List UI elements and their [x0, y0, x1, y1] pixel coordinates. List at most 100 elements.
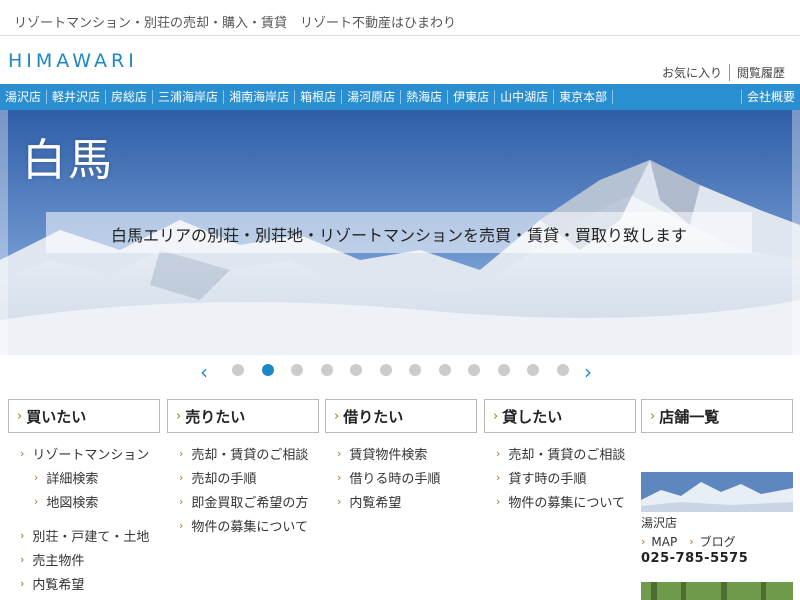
category-link[interactable]: › 売却・賃貸のご相談	[484, 441, 636, 465]
slider-dot[interactable]	[556, 364, 569, 376]
history-link[interactable]: 閲覧履歴	[728, 64, 792, 81]
store-name: 湯沢店	[641, 516, 678, 530]
category-title: 貸したい	[502, 407, 563, 426]
category-header-buy[interactable]: › 買いたい	[8, 399, 160, 433]
hero-caption: 白馬エリアの別荘・別荘地・リゾートマンションを売買・賃貸・買取り致します	[110, 226, 687, 245]
nav-item-boso[interactable]: 房総店	[106, 90, 154, 104]
category-link-label: 内覧希望	[349, 495, 402, 511]
chevron-right-icon: ›	[179, 494, 184, 508]
category-link[interactable]: › 貸す時の手順	[484, 465, 636, 489]
favorites-link[interactable]: お気に入り	[655, 64, 729, 81]
category-link[interactable]: › リゾートマンション	[8, 441, 160, 465]
chevron-right-icon: ›	[641, 535, 646, 548]
chevron-right-icon[interactable]: ›	[584, 360, 592, 384]
slider-dot[interactable]	[320, 364, 333, 376]
category-column-stores: › 店舗一覧	[641, 399, 793, 441]
chevron-right-icon: ›	[34, 494, 39, 508]
category-link[interactable]: › 売却の手順	[167, 465, 319, 489]
chevron-right-icon: ›	[179, 518, 184, 532]
category-header-lend[interactable]: › 貸したい	[484, 399, 636, 433]
chevron-right-icon: ›	[337, 446, 342, 460]
category-link-label: 売主物件	[32, 553, 85, 569]
category-link[interactable]: › 内覧希望	[8, 571, 160, 595]
nav-item-hakone[interactable]: 箱根店	[295, 90, 343, 104]
category-link-label: 売却の手順	[191, 471, 257, 487]
nav-item-ito[interactable]: 伊東店	[448, 90, 496, 104]
category-links: › 売却・賃貸のご相談 › 売却の手順 › 即金買取ご希望の方 › 物件の募集について	[167, 441, 319, 537]
site-tagline-bar: リゾートマンション・別荘の売却・購入・賃貸 リゾート不動産はひまわり	[0, 0, 800, 36]
nav-item-karuizawa[interactable]: 軽井沢店	[47, 90, 107, 104]
store-phone: 025-785-5575	[641, 551, 749, 566]
store-thumbnail-image-2[interactable]	[641, 582, 793, 600]
hero-right-edge	[792, 110, 800, 355]
category-column-sell: › 売りたい › 売却・賃貸のご相談 › 売却の手順 › 即金買取ご希望の方 › 物件の募集につい…	[167, 399, 319, 537]
site-logo[interactable]: HIMAWARI	[8, 50, 138, 72]
slider-dot[interactable]	[497, 364, 510, 376]
chevron-right-icon: ›	[176, 408, 182, 424]
store-blog-link[interactable]: ブログ	[700, 533, 736, 550]
category-link-label: 即金買取ご希望の方	[191, 495, 309, 511]
chevron-right-icon: ›	[689, 535, 694, 548]
chevron-right-icon: ›	[20, 528, 25, 542]
category-link[interactable]: › 借りる時の手順	[325, 465, 477, 489]
slider-dot[interactable]	[291, 364, 303, 376]
nav-item-shonan[interactable]: 湘南海岸店	[224, 90, 296, 104]
slider-dot[interactable]	[527, 364, 539, 376]
hero-slide[interactable]: 白馬 白馬エリアの別荘・別荘地・リゾートマンションを売買・賃貸・買取り致します	[0, 110, 800, 355]
slider-dot[interactable]	[232, 364, 244, 376]
slider-controls: ‹ ›	[0, 358, 800, 384]
chevron-right-icon: ›	[20, 552, 25, 566]
nav-item-atami[interactable]: 熱海店	[401, 90, 449, 104]
category-link[interactable]: › 物件の募集について	[484, 489, 636, 513]
category-link[interactable]: › 物件の募集について	[167, 513, 319, 537]
category-link[interactable]: › 内覧希望	[325, 489, 477, 513]
category-header-sell[interactable]: › 売りたい	[167, 399, 319, 433]
category-link-label: 売却・賃貸のご相談	[191, 447, 309, 463]
category-link[interactable]: › 売却・賃貸のご相談	[167, 441, 319, 465]
category-link-label: 売却・賃貸のご相談	[508, 447, 626, 463]
category-title: 売りたい	[185, 407, 246, 426]
category-link-label: 別荘・戸建て・土地	[32, 529, 150, 545]
category-link[interactable]: › 地図検索	[8, 489, 160, 513]
slider-dot[interactable]	[379, 364, 392, 376]
chevron-right-icon: ›	[179, 470, 184, 484]
category-link[interactable]: › 即金買取ご希望の方	[167, 489, 319, 513]
category-header-stores[interactable]: › 店舗一覧	[641, 399, 793, 433]
slider-dot[interactable]	[409, 364, 421, 376]
nav-item-miura[interactable]: 三浦海岸店	[153, 90, 225, 104]
category-link-label: 内覧希望	[32, 577, 85, 593]
nav-item-company[interactable]: 会社概要	[740, 90, 800, 104]
chevron-left-icon[interactable]: ‹	[200, 360, 208, 384]
slider-dot[interactable]	[468, 364, 480, 376]
slider-dot[interactable]	[350, 364, 362, 376]
category-link-label: 詳細検索	[46, 471, 99, 487]
category-links: › 賃貸物件検索 › 借りる時の手順 › 内覧希望	[325, 441, 477, 513]
category-column-rent: › 借りたい › 賃貸物件検索 › 借りる時の手順 › 内覧希望	[325, 399, 477, 513]
slider-dots	[232, 364, 586, 376]
nav-item-yamanakako[interactable]: 山中湖店	[495, 90, 555, 104]
category-link[interactable]: › 賃貸物件検索	[325, 441, 477, 465]
chevron-right-icon: ›	[179, 446, 184, 460]
store-thumbnail-image[interactable]	[641, 472, 793, 512]
slider-dot[interactable]	[261, 364, 274, 376]
store-card-yuzawa[interactable]: 湯沢店 › MAP › ブログ 025-785-5575	[641, 472, 793, 566]
slider-dot[interactable]	[438, 364, 451, 376]
category-link[interactable]: › 別荘・戸建て・土地	[8, 523, 160, 547]
category-link[interactable]: › 詳細検索	[8, 465, 160, 489]
chevron-right-icon: ›	[496, 494, 501, 508]
chevron-right-icon: ›	[337, 470, 342, 484]
nav-item-yugawara[interactable]: 湯河原店	[342, 90, 402, 104]
nav-item-tokyo[interactable]: 東京本部	[554, 90, 614, 104]
nav-item-yuzawa[interactable]: 湯沢店	[0, 90, 48, 104]
store-links: › MAP › ブログ	[641, 533, 793, 550]
chevron-right-icon: ›	[17, 408, 23, 424]
category-column-buy: › 買いたい › リゾートマンション › 詳細検索 › 地図検索 › 別荘・戸建て・土地 › 売主物件…	[8, 399, 160, 595]
category-header-rent[interactable]: › 借りたい	[325, 399, 477, 433]
category-link-label: リゾートマンション	[32, 447, 150, 463]
category-link-label: 賃貸物件検索	[349, 447, 428, 463]
category-column-lend: › 貸したい › 売却・賃貸のご相談 › 貸す時の手順 › 物件の募集について	[484, 399, 636, 513]
category-links: › 売却・賃貸のご相談 › 貸す時の手順 › 物件の募集について	[484, 441, 636, 513]
store-map-link[interactable]: MAP	[651, 535, 677, 549]
category-title: 借りたい	[343, 407, 404, 426]
category-link[interactable]: › 売主物件	[8, 547, 160, 571]
